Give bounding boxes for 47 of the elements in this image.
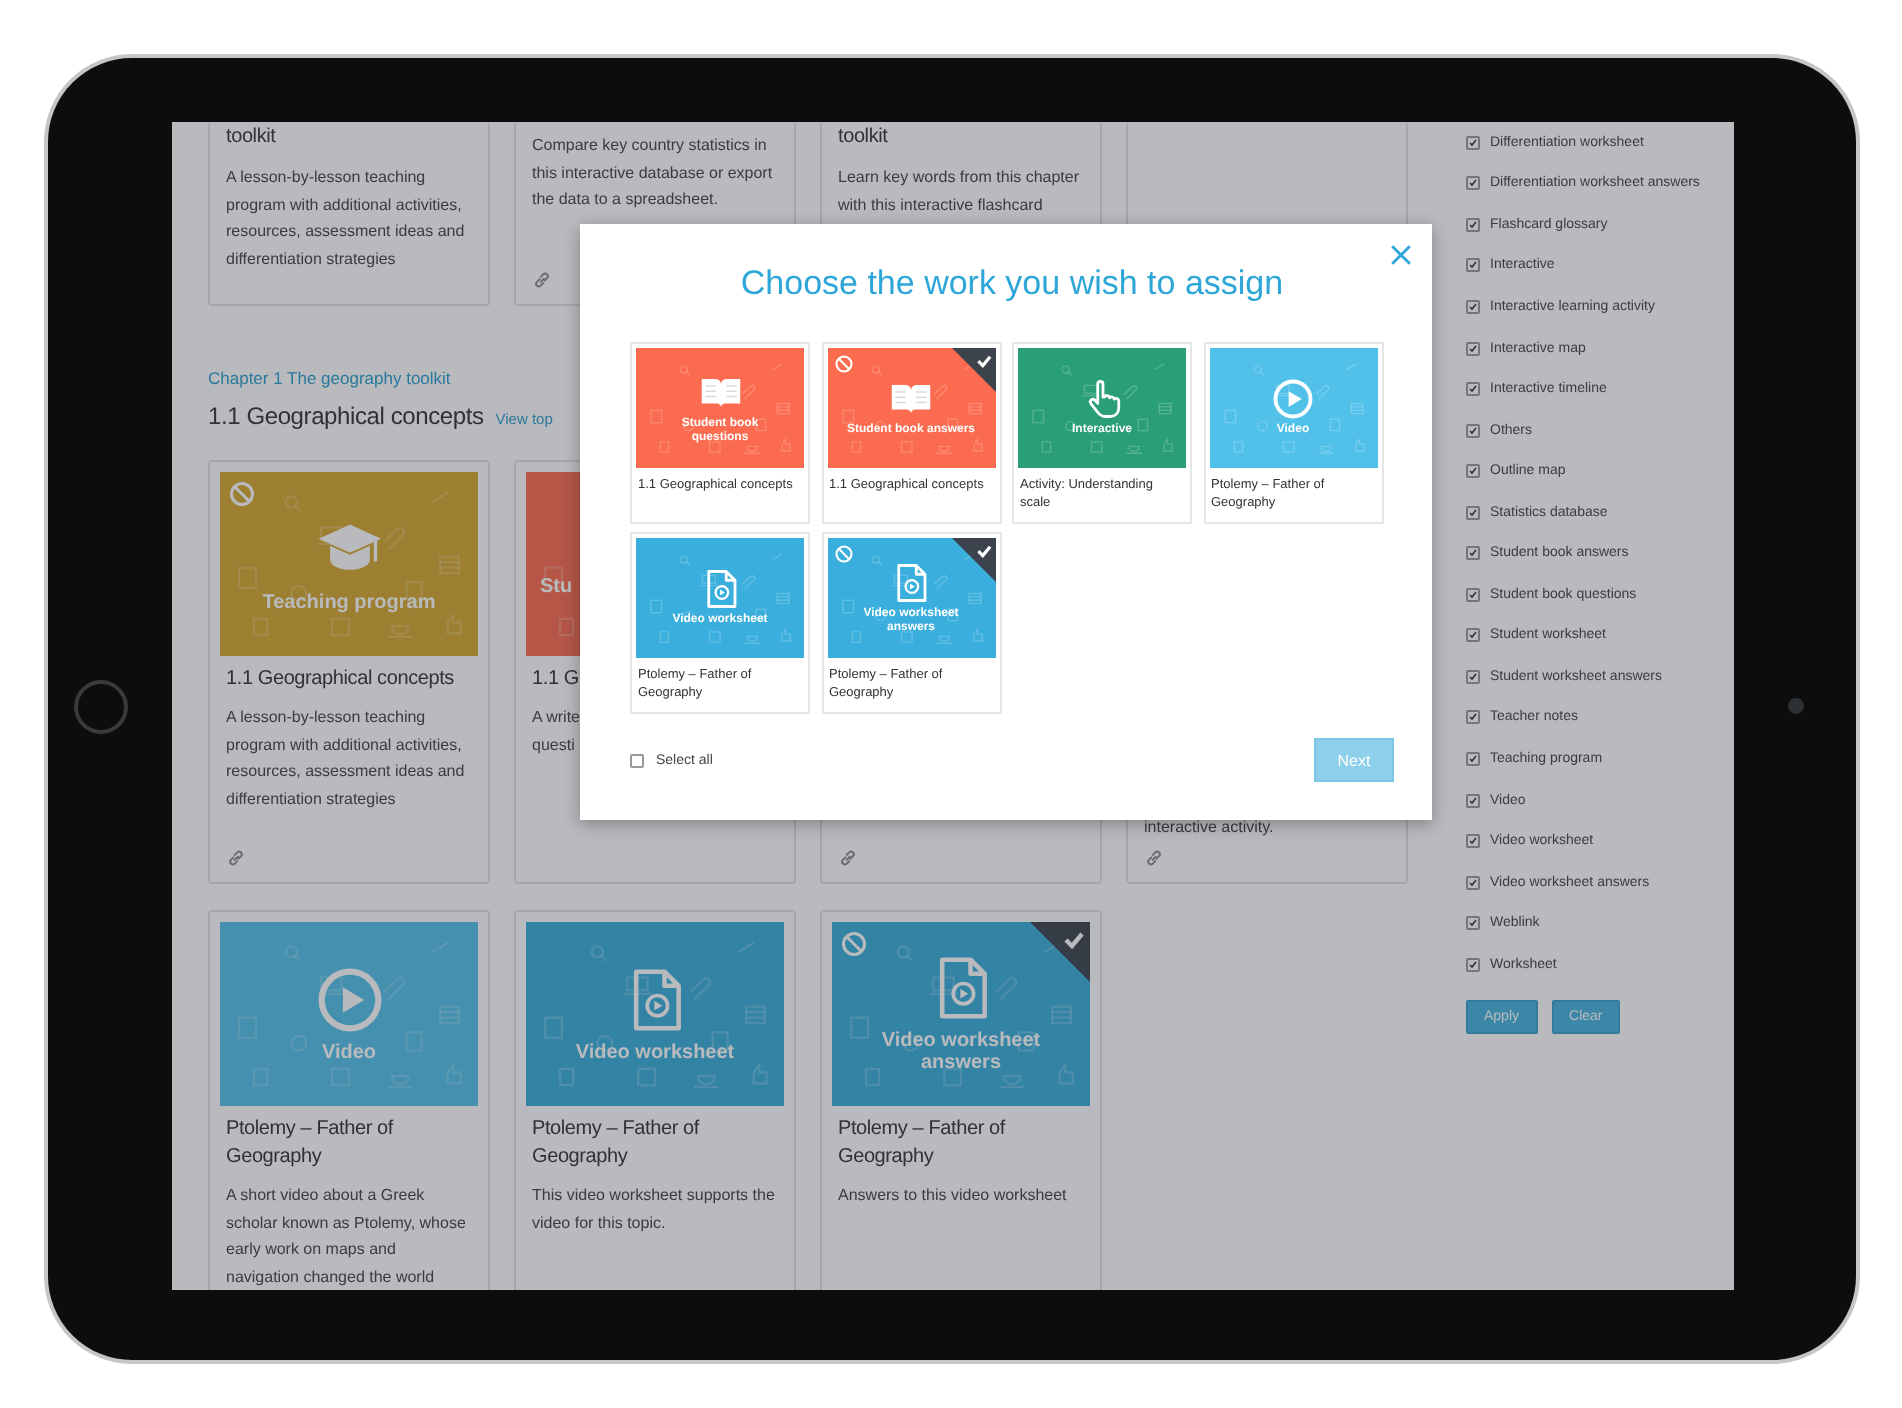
thumbnail-label: Video worksheet answers (879, 1030, 1043, 1074)
checkbox[interactable] (1466, 710, 1480, 725)
modal-title: Choose the work you wish to assign (738, 262, 1286, 306)
card-title: toolkit (838, 124, 888, 152)
checkbox[interactable] (1466, 875, 1480, 890)
thumbnail-label: Video (321, 1041, 377, 1063)
checkbox[interactable] (1466, 217, 1480, 232)
checkbox[interactable] (1466, 505, 1480, 520)
card-title: Ptolemy – Father of Geography (532, 1116, 702, 1172)
checkbox[interactable] (1466, 587, 1480, 602)
checkbox[interactable] (1466, 916, 1480, 931)
checkbox[interactable] (1466, 258, 1480, 273)
card-description: A short video about a Greek scholar known as Ptolemy, whose early work on maps and navigation changed the world (226, 1184, 468, 1290)
checkbox[interactable] (1466, 957, 1480, 972)
checkbox[interactable] (1466, 464, 1480, 479)
thumbnail-label: Stu (540, 575, 573, 597)
card-title: Ptolemy – Father of Geography (226, 1116, 396, 1172)
card-description: A write questi (532, 706, 581, 758)
checkbox[interactable] (630, 753, 644, 767)
card-title: 1.1 G (532, 666, 579, 694)
checkbox[interactable] (1466, 176, 1480, 191)
checkbox[interactable] (1466, 793, 1480, 808)
checkbox[interactable] (1466, 628, 1480, 643)
card-description: Answers to this video worksheet (838, 1184, 1067, 1208)
section-heading: 1.1 Geographical concepts (208, 400, 484, 434)
checkbox[interactable] (1466, 382, 1480, 397)
checkbox[interactable] (1466, 135, 1480, 150)
checkbox[interactable] (1466, 341, 1480, 355)
checkbox[interactable] (1466, 751, 1480, 766)
checkbox[interactable] (1466, 546, 1480, 561)
card-description: A lesson-by-lesson teaching program with additional activities, resources, assessment ideas and differentiation strategies (226, 166, 467, 272)
thumbnail-label: Teaching program (262, 591, 436, 613)
checkbox[interactable] (1466, 299, 1480, 314)
card-description: interactive activity. (1144, 815, 1274, 840)
card-description: Learn key words from this chapter with this interactive flashcard (838, 166, 1081, 217)
card-title: 1.1 Geographical concepts (226, 666, 454, 694)
card-description: This video worksheet supports the video for this topic. (532, 1184, 777, 1236)
close-button[interactable] (1390, 244, 1412, 266)
checkbox[interactable] (1466, 669, 1480, 684)
card-title: Ptolemy – Father of Geography (838, 1116, 1008, 1172)
checkbox[interactable] (1466, 423, 1480, 438)
thumbnail-label: Video worksheet (575, 1041, 735, 1063)
card-description: Compare key country statistics in this interactive database or export the data to a spreadsheet. (532, 134, 775, 212)
checkbox[interactable] (1466, 834, 1480, 849)
card-title: toolkit (226, 124, 276, 152)
camera-lens (1787, 698, 1803, 714)
card-description: A lesson-by-lesson teaching program with additional activities, resources, assessment ideas and differentiation strategies (226, 706, 467, 812)
